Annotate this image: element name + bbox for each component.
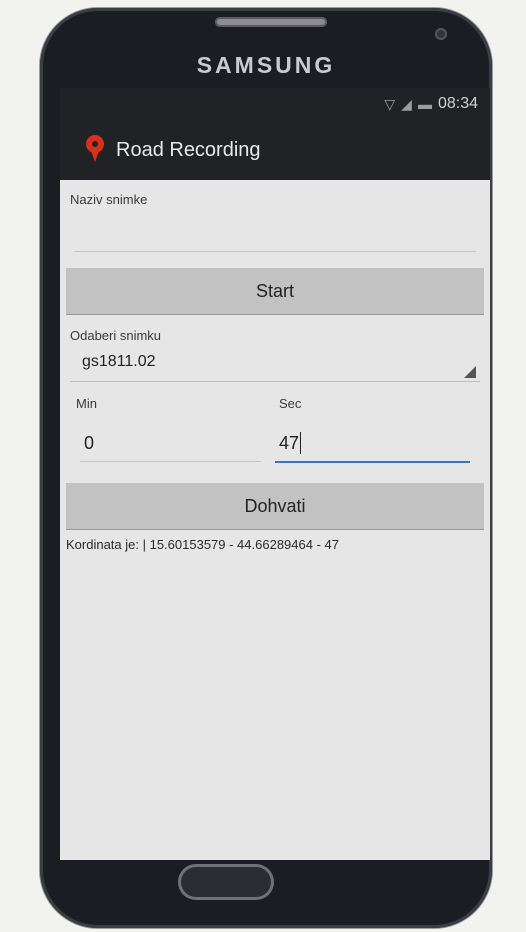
spinner-selected-value: gs1811.02 xyxy=(82,353,156,370)
action-bar: Road Recording xyxy=(60,120,490,180)
app-title: Road Recording xyxy=(116,138,261,161)
time-fields-row: Min 0 Sec 47 xyxy=(66,396,484,463)
text-cursor xyxy=(300,432,302,454)
start-button[interactable]: Start xyxy=(66,268,484,314)
status-bar: ▽ ◢ ▬ 08:34 xyxy=(60,88,490,120)
wifi-icon: ▽ xyxy=(384,95,396,112)
recording-name-input[interactable] xyxy=(74,207,476,252)
min-input[interactable]: 0 xyxy=(80,425,261,462)
map-pin-icon xyxy=(86,135,104,165)
phone-frame: SAMSUNG ▽ ◢ ▬ 08:34 Road Recording Naziv… xyxy=(40,8,492,928)
recording-name-label: Naziv snimke xyxy=(70,192,148,207)
brand-logo: SAMSUNG xyxy=(196,52,336,78)
screen: ▽ ◢ ▬ 08:34 Road Recording Naziv snimke … xyxy=(60,88,490,860)
coordinate-result: Kordinata je: | 15.60153579 - 44.6628946… xyxy=(66,537,339,552)
dropdown-arrow-icon xyxy=(464,366,476,378)
earpiece-speaker xyxy=(215,17,327,27)
recording-spinner[interactable]: gs1811.02 xyxy=(70,343,480,382)
fetch-button[interactable]: Dohvati xyxy=(66,483,484,529)
sec-input[interactable]: 47 xyxy=(275,425,470,463)
status-time: 08:34 xyxy=(437,95,478,112)
front-camera xyxy=(435,28,447,40)
home-button[interactable] xyxy=(178,864,274,900)
battery-icon: ▬ xyxy=(417,96,432,112)
min-label: Min xyxy=(76,396,97,411)
min-value: 0 xyxy=(84,432,95,453)
signal-icon: ◢ xyxy=(401,95,412,112)
select-recording-label: Odaberi snimku xyxy=(70,328,162,343)
sec-label: Sec xyxy=(279,396,302,411)
main-content: Naziv snimke Start Odaberi snimku gs1811… xyxy=(60,180,490,552)
sec-value: 47 xyxy=(279,432,300,453)
